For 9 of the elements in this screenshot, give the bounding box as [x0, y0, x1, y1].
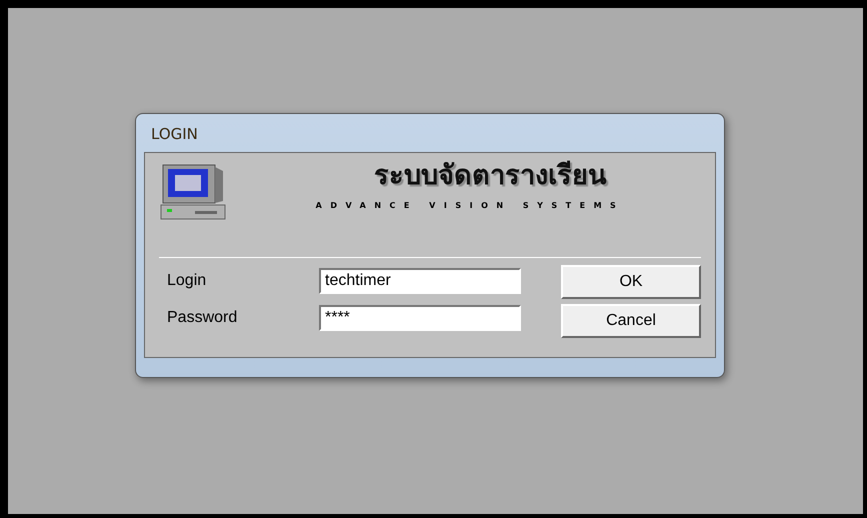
app-title: ระบบจัดตารางเรียน: [373, 159, 608, 193]
window-title: LOGIN: [150, 124, 199, 145]
ok-button[interactable]: OK: [561, 265, 701, 299]
app-subtitle: ADVANCE VISION SYSTEMS: [314, 201, 626, 210]
field-label: Login: [166, 272, 208, 290]
input-field[interactable]: ****: [319, 305, 521, 331]
cancel-button[interactable]: Cancel: [561, 304, 701, 338]
input-field[interactable]: techtimer: [319, 268, 521, 294]
field-label: Password: [166, 309, 238, 327]
